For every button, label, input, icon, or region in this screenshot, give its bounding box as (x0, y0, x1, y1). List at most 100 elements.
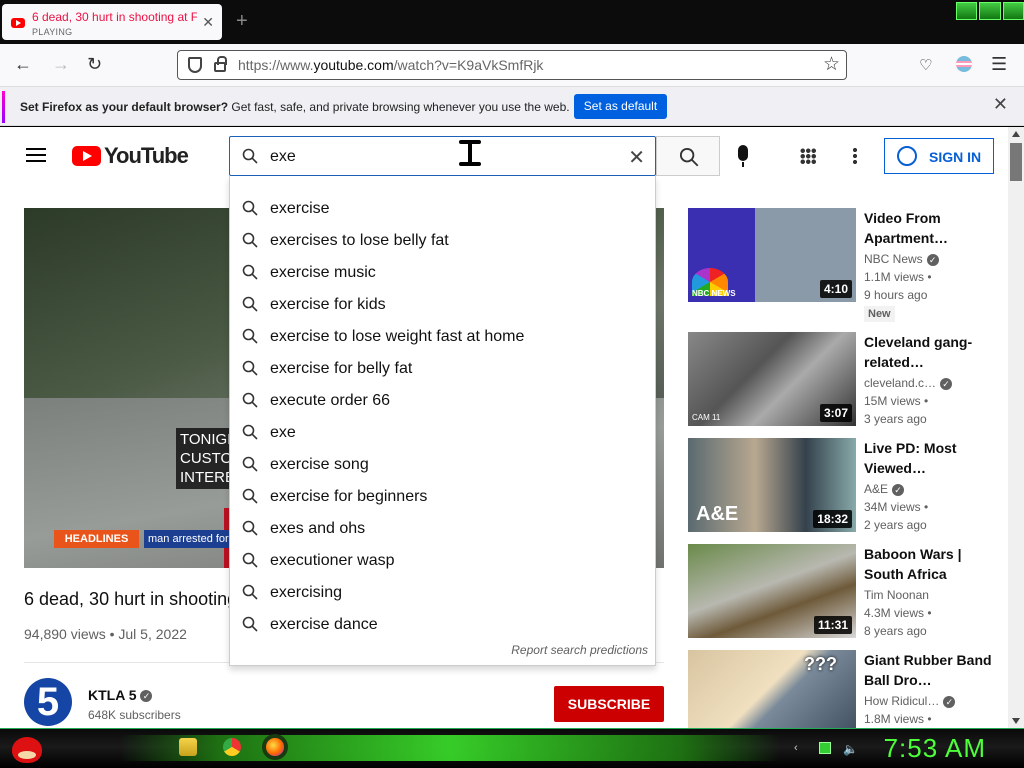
related-views: 15M views • (864, 394, 929, 408)
channel-subscribers: 648K subscribers (88, 708, 181, 722)
set-as-default-button[interactable]: Set as default (574, 94, 667, 119)
taskbar-glow (120, 735, 780, 761)
guide-menu-icon[interactable] (26, 148, 46, 162)
related-views: 1.8M views • (864, 712, 932, 726)
related-views: 34M views • (864, 500, 929, 514)
page-scrollbar[interactable] (1008, 127, 1024, 728)
youtube-logo-icon[interactable] (72, 146, 101, 166)
channel-name[interactable]: KTLA 5 ✓ (88, 687, 153, 703)
suggestion-item[interactable]: exercise music (230, 256, 657, 288)
related-title[interactable]: Giant Rubber Band Ball Dro… (864, 650, 992, 690)
file-manager-icon[interactable] (179, 738, 197, 756)
new-tab-icon[interactable]: + (236, 10, 248, 33)
notification-accent (2, 91, 5, 123)
suggestion-item[interactable]: exercise to lose weight fast at home (230, 320, 657, 352)
taskbar-clock[interactable]: 7:53 AM (884, 733, 986, 764)
notification-close-icon[interactable]: ✕ (993, 94, 1008, 115)
related-video[interactable]: NBC NEWS 4:10 Video From Apartment… NBC … (688, 208, 998, 322)
voice-search-mic-icon[interactable] (738, 145, 748, 167)
scrollbar-thumb[interactable] (1010, 143, 1022, 181)
related-thumbnail[interactable]: NBC NEWS 4:10 (688, 208, 856, 302)
search-button[interactable] (656, 136, 720, 176)
bookmark-star-icon[interactable]: ☆ (823, 53, 840, 76)
suggestion-item[interactable]: exercise for belly fat (230, 352, 657, 384)
account-avatar-icon[interactable] (956, 56, 972, 72)
related-thumbnail[interactable]: ??? (688, 650, 856, 728)
suggestion-item[interactable]: exercise for kids (230, 288, 657, 320)
related-video[interactable]: 11:31 Baboon Wars | South Africa Tim Noo… (688, 544, 998, 644)
report-search-predictions-link[interactable]: Report search predictions (511, 643, 648, 657)
related-thumbnail[interactable]: A&E 18:32 (688, 438, 856, 532)
new-badge: New (864, 306, 895, 322)
search-icon (242, 616, 258, 637)
related-title[interactable]: Video From Apartment… (864, 208, 992, 248)
lock-icon[interactable] (214, 56, 227, 72)
related-title[interactable]: Cleveland gang-related… (864, 332, 992, 372)
pocket-icon[interactable]: ♡ (919, 56, 932, 74)
related-title[interactable]: Live PD: Most Viewed… (864, 438, 992, 478)
related-thumbnail[interactable]: 11:31 (688, 544, 856, 638)
scroll-down-icon[interactable] (1012, 718, 1020, 724)
suggestion-item[interactable]: exercising (230, 576, 657, 608)
related-video[interactable]: A&E 18:32 Live PD: Most Viewed… A&E ✓ 34M… (688, 438, 998, 538)
sign-in-button[interactable]: SIGN IN (884, 138, 994, 174)
youtube-favicon-icon (11, 18, 25, 28)
suggestion-item[interactable]: exercises to lose belly fat (230, 224, 657, 256)
close-window-button[interactable] (1002, 2, 1024, 20)
youtube-page: YouTube exe ✕ SIGN IN TONIGHT CUSTO INTE… (0, 127, 1008, 728)
search-icon (242, 328, 258, 349)
channel-avatar[interactable]: 5 (24, 678, 72, 726)
related-video[interactable]: CAM 11 3:07 Cleveland gang-related… clev… (688, 332, 998, 432)
related-video[interactable]: ??? Giant Rubber Band Ball Dro… How Ridi… (688, 650, 998, 728)
suggestion-item[interactable]: exe (230, 416, 657, 448)
youtube-logo-text[interactable]: YouTube (104, 143, 189, 169)
subscribe-button[interactable]: SUBSCRIBE (554, 686, 664, 722)
reload-icon[interactable]: ↻ (87, 54, 102, 75)
search-icon (242, 424, 258, 445)
url-text[interactable]: https://www.youtube.com/watch?v=K9aVkSmf… (238, 57, 543, 73)
search-button-icon (679, 147, 699, 172)
search-icon (242, 584, 258, 605)
volume-icon[interactable]: 🔈 (843, 742, 858, 756)
suggestion-item[interactable]: executioner wasp (230, 544, 657, 576)
tab-close-icon[interactable]: ✕ (202, 14, 214, 31)
verified-check-icon: ✓ (943, 695, 956, 708)
forward-icon[interactable]: → (52, 54, 70, 75)
maximize-button[interactable] (979, 2, 1001, 20)
minimize-button[interactable] (956, 2, 978, 20)
chrome-icon[interactable] (223, 738, 241, 756)
search-box[interactable]: exe ✕ (229, 136, 656, 176)
related-age: 2 years ago (864, 518, 927, 532)
apps-grid-icon[interactable] (800, 148, 816, 164)
search-icon (242, 488, 258, 509)
user-avatar-icon (897, 146, 917, 166)
tab-playing-label: PLAYING (32, 27, 73, 37)
search-icon (242, 232, 258, 253)
screen: 6 dead, 30 hurt in shooting at F PLAYING… (0, 0, 1024, 768)
firefox-icon[interactable] (266, 738, 284, 756)
search-icon (242, 148, 258, 169)
settings-more-icon[interactable] (853, 147, 857, 165)
back-icon[interactable]: ← (14, 54, 32, 75)
related-title[interactable]: Baboon Wars | South Africa (864, 544, 992, 584)
video-meta: 94,890 views • Jul 5, 2022 (24, 626, 187, 642)
suggestion-item[interactable]: execute order 66 (230, 384, 657, 416)
network-icon[interactable] (819, 742, 831, 754)
search-icon (242, 200, 258, 221)
browser-tab[interactable]: 6 dead, 30 hurt in shooting at F PLAYING… (2, 4, 222, 40)
suggestion-item[interactable]: exercise (230, 192, 657, 224)
suggestion-item[interactable]: exercise dance (230, 608, 657, 640)
tracking-shield-icon[interactable] (188, 57, 202, 73)
app-menu-icon[interactable]: ☰ (991, 54, 1007, 75)
related-thumbnail[interactable]: CAM 11 3:07 (688, 332, 856, 426)
suggestion-item[interactable]: exes and ohs (230, 512, 657, 544)
scroll-up-icon[interactable] (1012, 131, 1020, 137)
start-button[interactable] (8, 731, 48, 767)
clear-search-icon[interactable]: ✕ (628, 145, 645, 170)
suggestion-item[interactable]: exercise for beginners (230, 480, 657, 512)
search-input[interactable]: exe (270, 148, 296, 166)
related-views: 4.3M views • (864, 606, 932, 620)
tray-expand-icon[interactable]: ‹ (794, 742, 806, 754)
url-bar[interactable]: https://www.youtube.com/watch?v=K9aVkSmf… (177, 50, 847, 80)
suggestion-item[interactable]: exercise song (230, 448, 657, 480)
